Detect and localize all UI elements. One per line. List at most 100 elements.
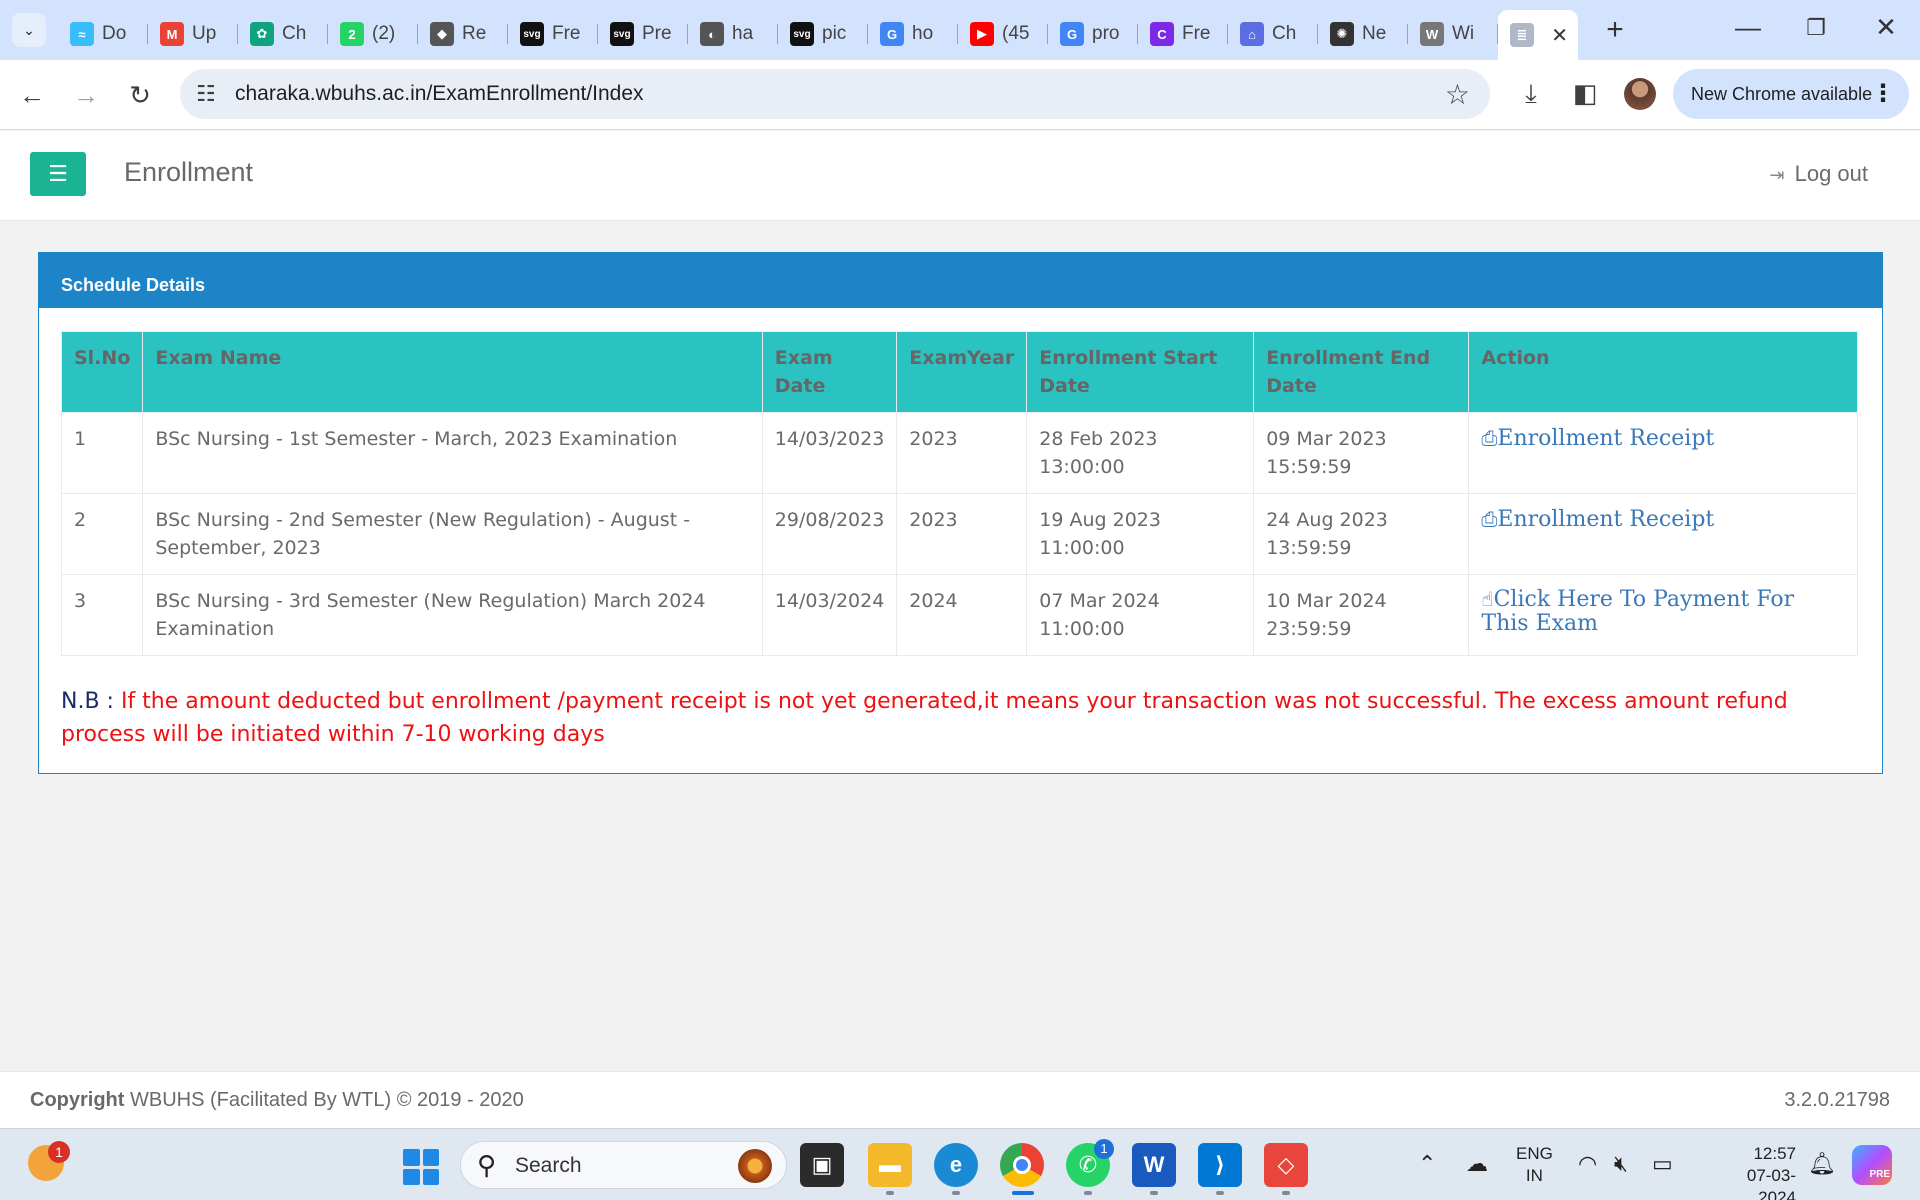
battery-icon[interactable]: ▭	[1652, 1151, 1673, 1177]
tab-title: Ne	[1362, 23, 1387, 44]
more-menu-icon[interactable]: ⋮	[1871, 69, 1895, 119]
running-indicator	[1084, 1191, 1092, 1195]
weather-badge: 1	[48, 1141, 70, 1163]
browser-tab[interactable]: svg pic	[778, 14, 868, 54]
url-text[interactable]: charaka.wbuhs.ac.in/ExamEnrollment/Index	[235, 69, 644, 119]
browser-tab[interactable]: ✿ Ch	[238, 14, 328, 54]
cell-enrollment-start: 28 Feb 2023 13:00:00	[1026, 412, 1255, 494]
chrome-update-button[interactable]: New Chrome available ⋮	[1673, 69, 1909, 119]
tab-title: ha	[732, 23, 754, 44]
column-header-exam-year: ExamYear	[896, 331, 1028, 413]
tray-overflow-icon[interactable]: ⌃	[1418, 1151, 1436, 1177]
back-button[interactable]: ←	[14, 77, 50, 113]
browser-tab[interactable]: Gho	[868, 14, 958, 54]
tab-active[interactable]: ≣ ✕	[1498, 10, 1578, 60]
search-highlight-icon[interactable]	[738, 1149, 772, 1183]
globe-icon: ◐	[700, 22, 724, 46]
taskbar-search-box[interactable]: ⚲ Search	[460, 1141, 787, 1189]
cell-exam-name: BSc Nursing - 1st Semester - March, 2023…	[142, 412, 763, 494]
file-explorer-icon[interactable]: ▬	[868, 1143, 912, 1187]
action-label: Enrollment Receipt	[1497, 426, 1715, 451]
anydesk-icon[interactable]: ◇	[1264, 1143, 1308, 1187]
tab-title: Pre	[642, 23, 672, 44]
new-tab-button[interactable]: +	[1598, 13, 1632, 47]
svg-repo-icon: svg	[520, 22, 544, 46]
tab-search-dropdown-icon[interactable]: ⌄	[12, 13, 46, 47]
language-indicator[interactable]: ENG IN	[1516, 1143, 1553, 1187]
browser-tab[interactable]: ⌂ Ch	[1228, 14, 1318, 54]
chrome-icon[interactable]	[1000, 1143, 1044, 1187]
copilot-icon[interactable]: PRE	[1852, 1145, 1892, 1185]
schedule-details-panel: Schedule Details Sl.No Exam Name Exam Da…	[38, 252, 1883, 774]
chrome-ext-icon: ⌂	[1240, 22, 1264, 46]
table-header-row: Sl.No Exam Name Exam Date ExamYear Enrol…	[60, 331, 1858, 413]
running-indicator	[952, 1191, 960, 1195]
reload-button[interactable]: ↻	[122, 77, 158, 113]
clock[interactable]: 12:57 07-03-2024	[1716, 1143, 1796, 1200]
browser-tab[interactable]: M Up	[148, 14, 238, 54]
browser-tab[interactable]: ◆ Re	[418, 14, 508, 54]
tab-title: Up	[192, 23, 217, 44]
payment-link[interactable]: ☝Click Here To Payment For This Exam	[1481, 587, 1845, 636]
cell-exam-year: 2023	[896, 412, 1028, 494]
browser-tab[interactable]: ▶ (45	[958, 14, 1048, 54]
cell-exam-name: BSc Nursing - 2nd Semester (New Regulati…	[142, 493, 763, 575]
cell-enrollment-start: 07 Mar 2024 11:00:00	[1026, 574, 1255, 656]
wifi-icon[interactable]: ◠	[1578, 1151, 1597, 1177]
cell-exam-year: 2024	[896, 574, 1028, 656]
forward-button[interactable]: →	[68, 77, 104, 113]
running-indicator-active	[1012, 1191, 1034, 1195]
cell-action: ⎙Enrollment Receipt	[1468, 493, 1858, 575]
site-info-icon[interactable]: ☷	[196, 81, 216, 107]
profile-avatar[interactable]	[1624, 78, 1656, 110]
side-panel-icon[interactable]: ◧	[1568, 78, 1602, 109]
browser-tab[interactable]: ≈ Do	[58, 14, 148, 54]
browser-tab[interactable]: ✺ Ne	[1318, 14, 1408, 54]
hamburger-menu-button[interactable]: ☰	[30, 152, 86, 196]
windows-start-icon[interactable]	[403, 1149, 439, 1185]
printer-icon: ⎙	[1481, 426, 1498, 450]
minimize-icon[interactable]: —	[1728, 12, 1768, 43]
download-icon[interactable]: ⤓	[1514, 78, 1548, 110]
copyright-text: WBUHS (Facilitated By WTL) © 2019 - 2020	[124, 1089, 524, 1111]
cell-enrollment-start: 19 Aug 2023 11:00:00	[1026, 493, 1255, 575]
tab-title: (45	[1002, 23, 1030, 44]
browser-tab[interactable]: W Wi	[1408, 14, 1498, 54]
table-row: 3 BSc Nursing - 3rd Semester (New Regula…	[60, 574, 1858, 656]
close-tab-icon[interactable]: ✕	[1551, 23, 1568, 48]
tab-title: Ch	[1272, 23, 1297, 44]
notification-bell-icon[interactable]: 🔔︎	[1808, 1151, 1836, 1177]
youtube-icon: ▶	[970, 22, 994, 46]
tab-title: pic	[822, 23, 847, 44]
tailwind-icon: ≈	[70, 22, 94, 46]
browser-tab[interactable]: C Fre	[1138, 14, 1228, 54]
tab-title: (2)	[372, 23, 396, 44]
volume-muted-icon[interactable]: 🔇︎	[1614, 1151, 1628, 1177]
vscode-icon[interactable]: ⟩	[1198, 1143, 1242, 1187]
logout-link[interactable]: ⇥ Log out	[1770, 161, 1869, 187]
restore-window-icon[interactable]: ❐	[1796, 15, 1836, 41]
onedrive-icon[interactable]: ☁	[1466, 1151, 1488, 1177]
enrollment-receipt-link[interactable]: ⎙Enrollment Receipt	[1481, 426, 1714, 451]
running-indicator	[1282, 1191, 1290, 1195]
whatsapp-icon: 2	[340, 22, 364, 46]
copyright-label: Copyright	[30, 1089, 125, 1111]
enrollment-receipt-link[interactable]: ⎙Enrollment Receipt	[1481, 507, 1714, 532]
browser-tab[interactable]: 2 (2)	[328, 14, 418, 54]
region-code: IN	[1525, 1166, 1543, 1185]
chatgpt-icon: ✿	[250, 22, 274, 46]
printer-icon: ⎙	[1481, 507, 1498, 531]
browser-tab[interactable]: svg Fre	[508, 14, 598, 54]
browser-tab[interactable]: svg Pre	[598, 14, 688, 54]
word-icon[interactable]: W	[1132, 1143, 1176, 1187]
cell-exam-date: 14/03/2024	[761, 574, 898, 656]
browser-tab[interactable]: ◐ ha	[688, 14, 778, 54]
canva-icon: C	[1150, 22, 1174, 46]
task-view-icon[interactable]: ▣	[800, 1143, 844, 1187]
browser-tab[interactable]: Gpro	[1048, 14, 1138, 54]
edge-icon[interactable]: e	[934, 1143, 978, 1187]
close-window-icon[interactable]: ✕	[1866, 12, 1906, 43]
bookmark-star-icon[interactable]: ☆	[1445, 78, 1470, 111]
address-bar[interactable]: ☷ charaka.wbuhs.ac.in/ExamEnrollment/Ind…	[180, 69, 1490, 119]
action-label: Click Here To Payment For This Exam	[1481, 587, 1795, 636]
